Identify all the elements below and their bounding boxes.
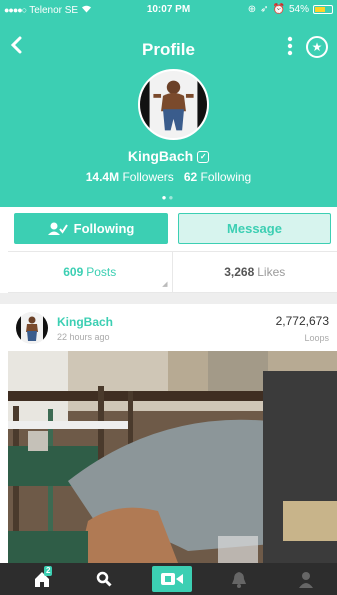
tab-search[interactable] (84, 563, 124, 595)
likes-tab[interactable]: 3,268 Likes (173, 252, 337, 292)
battery-percent: 54% (288, 4, 309, 15)
message-button[interactable]: Message (178, 213, 331, 244)
alarm-icon: ⏰ (272, 4, 285, 15)
tab-bar: 2 (0, 563, 337, 595)
nav-bar: Profile ★ (0, 24, 337, 68)
page-dot-active: ● (161, 193, 169, 202)
likes-count: 3,268 (224, 265, 255, 279)
profile-header: ●●●●○ Telenor SE 10:07 PM ⊕ ➶ ⏰ 54% Prof… (0, 0, 337, 207)
post-avatar[interactable] (16, 312, 48, 344)
post-username[interactable]: KingBach (57, 315, 113, 329)
profile-avatar[interactable] (138, 69, 209, 140)
grid-toggle-icon[interactable]: ◢ (162, 280, 167, 288)
followers-count[interactable]: 14.4M (86, 170, 119, 184)
tab-notifications[interactable] (219, 563, 259, 595)
page-dot-inactive: ● (168, 193, 176, 202)
tab-home[interactable]: 2 (22, 563, 62, 595)
follow-check-icon (47, 222, 68, 235)
location-icon: ➶ (260, 4, 269, 15)
profile-actions: Following Message (14, 213, 331, 246)
status-bar: ●●●●○ Telenor SE 10:07 PM ⊕ ➶ ⏰ 54% (0, 0, 337, 20)
status-right: ⊕ ➶ ⏰ 54% (248, 4, 333, 15)
profile-name-text: KingBach (127, 148, 194, 164)
follow-counts: 14.4M Followers 62 Following (0, 170, 337, 184)
profile-person-icon (299, 571, 313, 588)
loops-label: Loops (304, 333, 329, 343)
following-button-label: Following (73, 221, 135, 236)
following-label[interactable]: Following (201, 170, 252, 184)
followers-label[interactable]: Followers (122, 170, 173, 184)
post-header: KingBach 22 hours ago 2,772,673 Loops (8, 304, 337, 351)
likes-label: Likes (257, 265, 286, 279)
post-video[interactable] (8, 351, 337, 563)
profile-stats: 609 Posts ◢ 3,268 Likes (8, 251, 337, 293)
profile-name: KingBach ✓ (0, 148, 337, 164)
search-icon (96, 571, 112, 587)
battery-icon (313, 5, 333, 14)
tab-record[interactable] (152, 566, 192, 592)
posts-tab[interactable]: 609 Posts ◢ (8, 252, 173, 292)
following-button[interactable]: Following (14, 213, 168, 244)
home-badge: 2 (44, 566, 53, 576)
posts-count: 609 (63, 265, 84, 279)
posts-label: Posts (86, 265, 117, 279)
verified-icon: ✓ (197, 151, 210, 164)
star-circle-icon[interactable]: ★ (306, 36, 328, 58)
tab-profile[interactable] (286, 563, 326, 595)
page-indicator: ●● (0, 193, 337, 202)
loops-count: 2,772,673 (275, 314, 329, 328)
post-timestamp: 22 hours ago (57, 332, 110, 342)
message-button-label: Message (227, 221, 282, 236)
record-camera-icon (161, 573, 183, 585)
following-count[interactable]: 62 (184, 170, 197, 184)
more-vertical-icon[interactable] (287, 36, 293, 59)
lock-rotation-icon: ⊕ (247, 4, 257, 15)
section-divider (0, 293, 337, 304)
notifications-bell-icon (232, 571, 246, 588)
